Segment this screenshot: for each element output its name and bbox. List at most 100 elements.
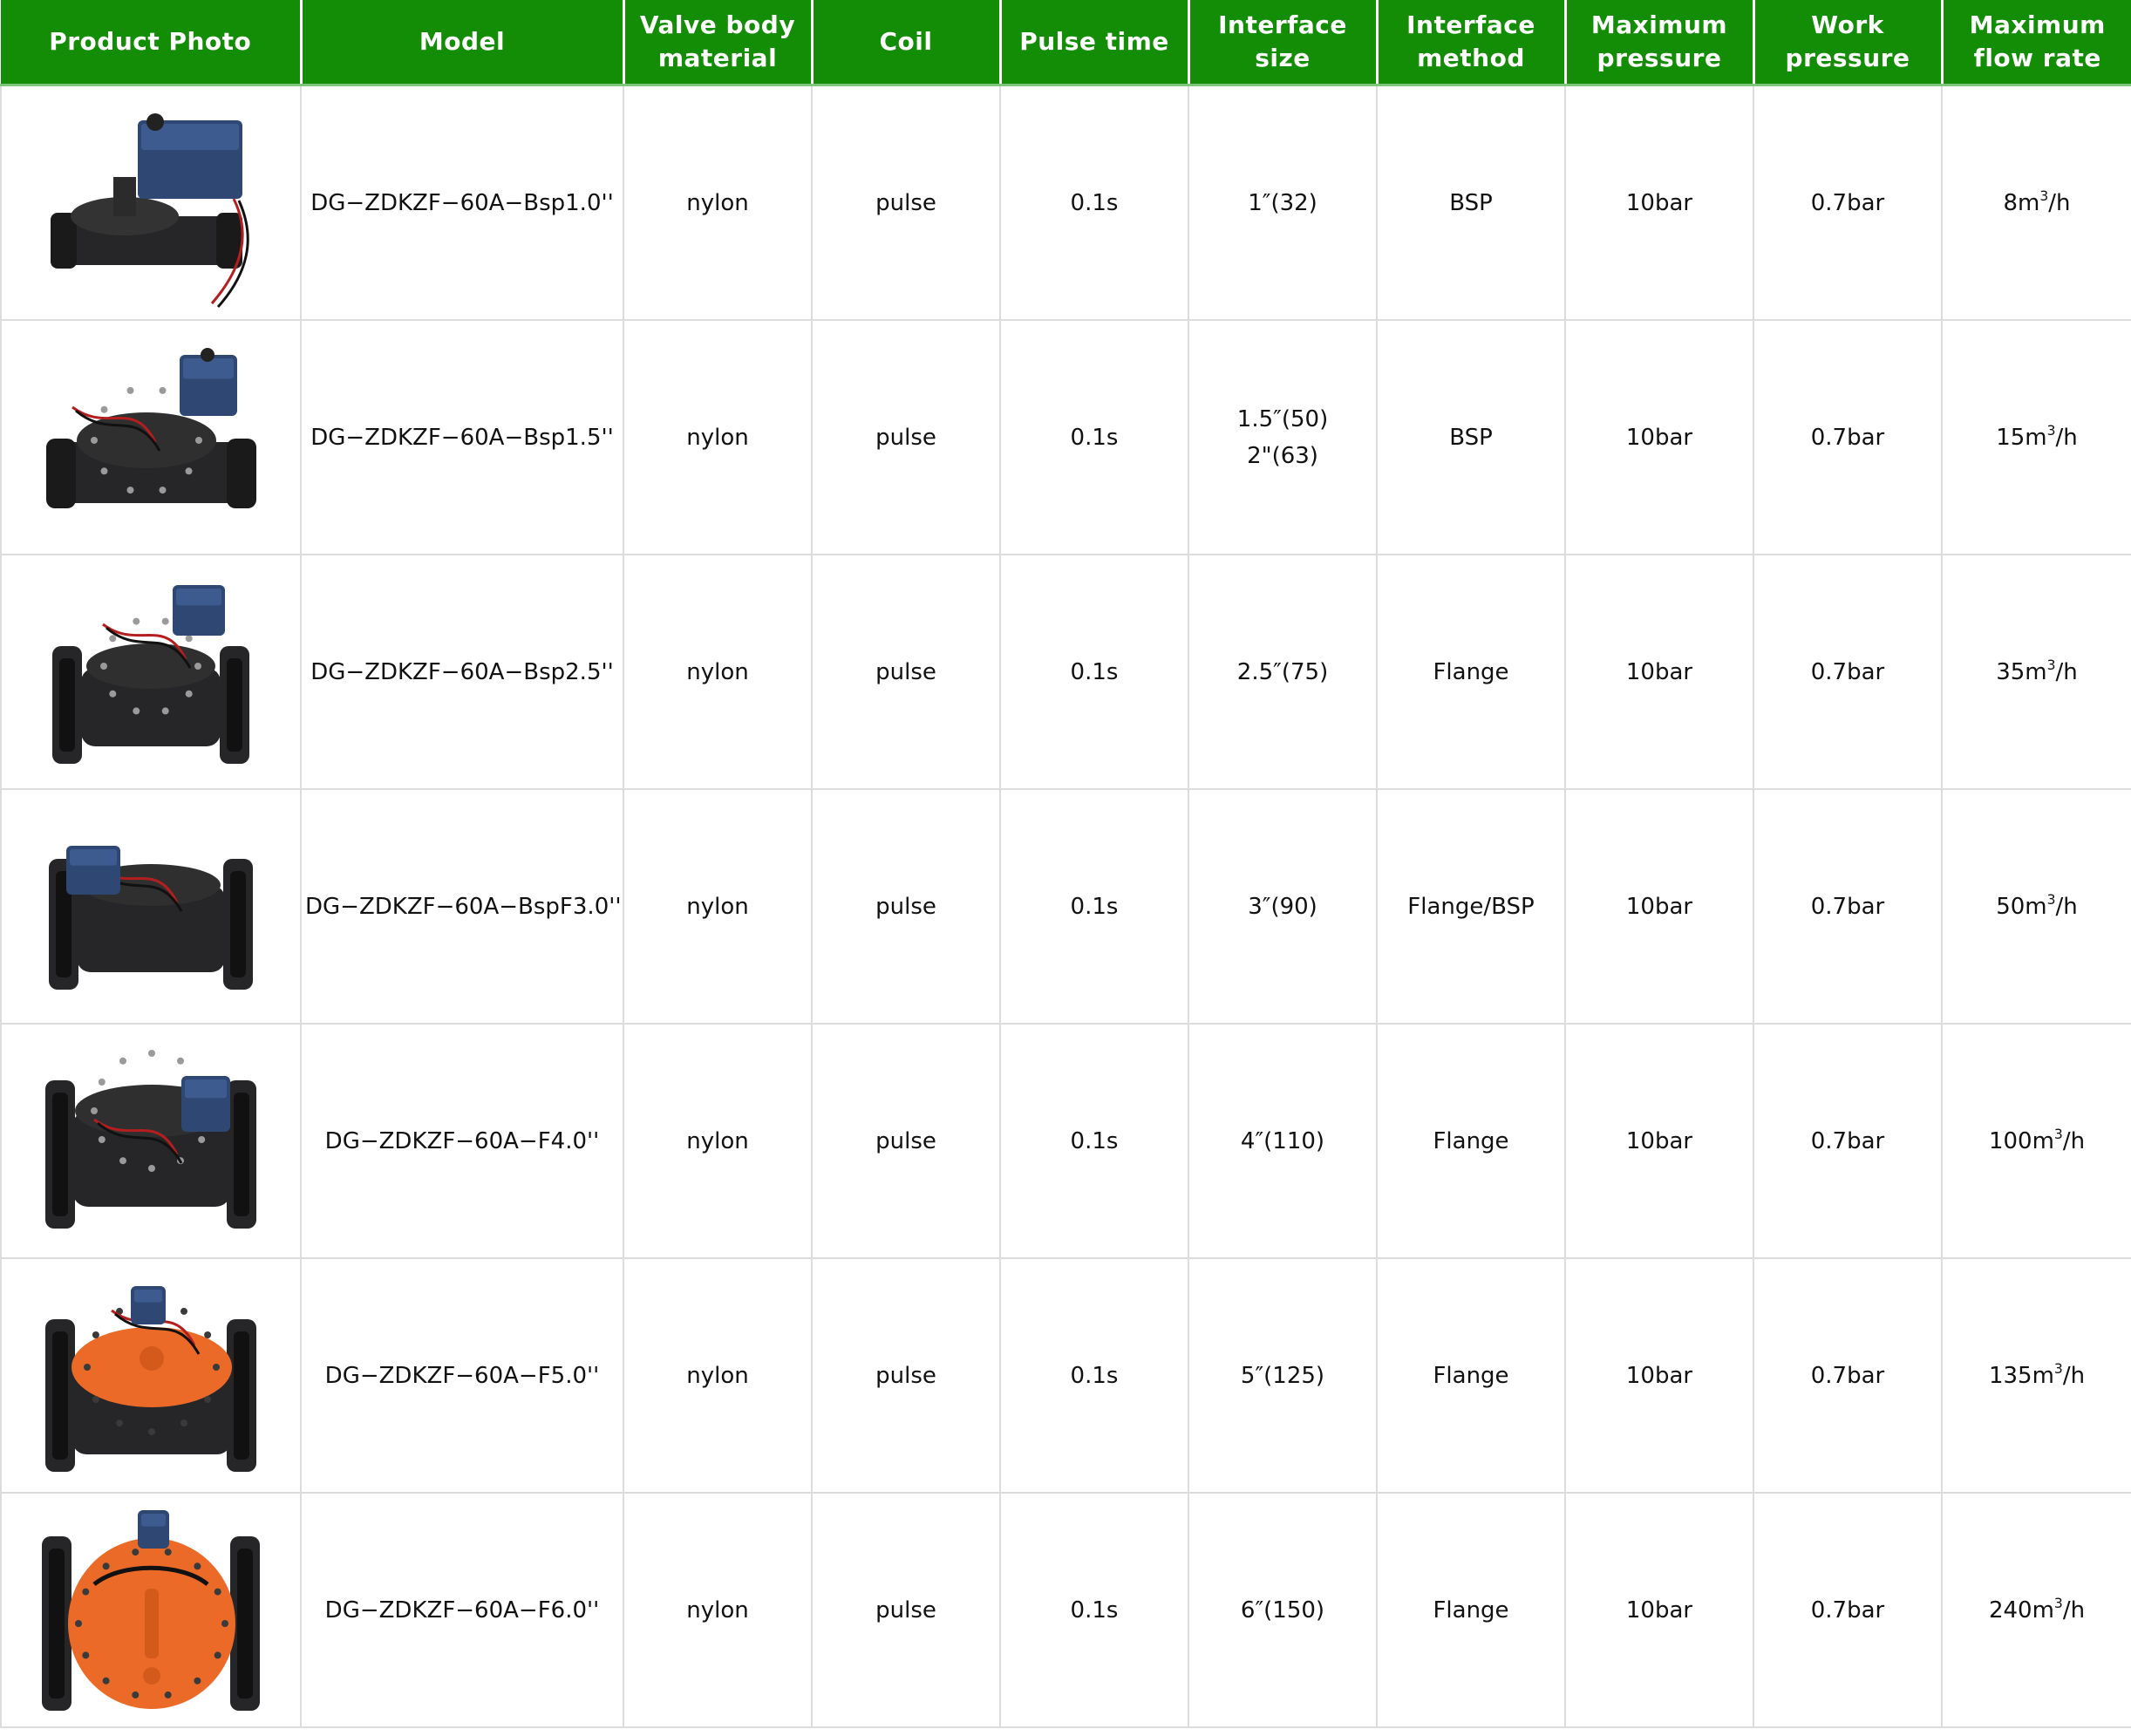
cell-work-pressure: 0.7bar xyxy=(1753,319,1943,555)
header-maximum-pressure: Maximum pressure xyxy=(1565,0,1755,86)
interface-method-text: BSP xyxy=(1449,424,1493,451)
cell-interface-size: 6″(150) xyxy=(1188,1492,1378,1728)
interface-size-lines: 4″(110) xyxy=(1193,1123,1372,1160)
product-photo xyxy=(0,1257,302,1494)
cell-max-flow-rate: 100m3/h xyxy=(1941,1023,2131,1259)
cell-model: DG−ZDKZF−60A−F6.0'' xyxy=(300,1492,624,1728)
pulse-time-text: 0.1s xyxy=(1070,1362,1119,1389)
cell-pulse-time: 0.1s xyxy=(999,319,1189,555)
solenoid-valve-6in-icon xyxy=(5,1501,296,1719)
material-text: nylon xyxy=(686,1362,749,1389)
flow-superscript: 3 xyxy=(2039,187,2049,204)
pulse-time-text: 0.1s xyxy=(1070,893,1119,920)
table-row: DG−ZDKZF−60A−Bsp1.5'' nylon pulse 0.1s 1… xyxy=(0,319,2131,555)
max-pressure-text: 10bar xyxy=(1625,658,1693,685)
cell-max-flow-rate: 15m3/h xyxy=(1941,319,2131,555)
interface-size-lines: 5″(125) xyxy=(1193,1358,1372,1394)
flow-unit: /h xyxy=(2055,424,2078,451)
interface-size-value: 6″(150) xyxy=(1240,1596,1325,1624)
model-text: DG−ZDKZF−60A−F5.0'' xyxy=(324,1362,600,1389)
cell-max-pressure: 10bar xyxy=(1564,84,1754,321)
pulse-time-text: 0.1s xyxy=(1070,424,1119,451)
spec-table: Product Photo Model Valve body material … xyxy=(0,0,2131,1728)
solenoid-valve-1-5in-icon xyxy=(5,329,296,547)
interface-method-text: Flange xyxy=(1433,1362,1509,1389)
header-maximum-flow-rate: Maximum flow rate xyxy=(1942,0,2131,86)
cell-interface-size: 5″(125) xyxy=(1188,1257,1378,1494)
interface-size-value: 1″(32) xyxy=(1248,189,1317,216)
cell-interface-size: 4″(110) xyxy=(1188,1023,1378,1259)
cell-coil: pulse xyxy=(811,1023,1001,1259)
flow-unit: /h xyxy=(2048,189,2071,216)
interface-method-text: BSP xyxy=(1449,189,1493,216)
cell-max-pressure: 10bar xyxy=(1564,788,1754,1025)
max-pressure-text: 10bar xyxy=(1625,189,1693,216)
coil-text: pulse xyxy=(875,1596,936,1624)
cell-coil: pulse xyxy=(811,788,1001,1025)
material-text: nylon xyxy=(686,424,749,451)
model-text: DG−ZDKZF−60A−F6.0'' xyxy=(324,1596,600,1624)
cell-material: nylon xyxy=(623,1257,813,1494)
table-row: DG−ZDKZF−60A−F6.0'' nylon pulse 0.1s 6″(… xyxy=(0,1492,2131,1728)
cell-max-flow-rate: 50m3/h xyxy=(1941,788,2131,1025)
cell-coil: pulse xyxy=(811,1257,1001,1494)
header-coil: Coil xyxy=(812,0,1002,86)
product-photo xyxy=(0,1023,302,1259)
cell-max-pressure: 10bar xyxy=(1564,554,1754,790)
cell-max-flow-rate: 240m3/h xyxy=(1941,1492,2131,1728)
cell-max-flow-rate: 135m3/h xyxy=(1941,1257,2131,1494)
max-pressure-text: 10bar xyxy=(1625,1362,1693,1389)
cell-material: nylon xyxy=(623,319,813,555)
header-product-photo: Product Photo xyxy=(1,0,303,86)
cell-pulse-time: 0.1s xyxy=(999,788,1189,1025)
model-text: DG−ZDKZF−60A−F4.0'' xyxy=(324,1127,600,1154)
flow-superscript: 3 xyxy=(2046,657,2056,673)
cell-material: nylon xyxy=(623,1023,813,1259)
cell-interface-method: BSP xyxy=(1376,319,1566,555)
product-photo xyxy=(0,554,302,790)
header-valve-body-material: Valve body material xyxy=(623,0,814,86)
cell-model: DG−ZDKZF−60A−F5.0'' xyxy=(300,1257,624,1494)
cell-coil: pulse xyxy=(811,1492,1001,1728)
work-pressure-text: 0.7bar xyxy=(1810,658,1885,685)
interface-size-lines: 2.5″(75) xyxy=(1193,654,1372,691)
pulse-time-text: 0.1s xyxy=(1070,189,1119,216)
model-text: DG−ZDKZF−60A−Bsp1.5'' xyxy=(310,424,614,451)
max-pressure-text: 10bar xyxy=(1625,424,1693,451)
flow-unit: /h xyxy=(2062,1596,2086,1624)
interface-size-value: 3″(90) xyxy=(1248,893,1317,920)
interface-size-value: 4″(110) xyxy=(1240,1127,1325,1154)
work-pressure-text: 0.7bar xyxy=(1810,189,1885,216)
cell-work-pressure: 0.7bar xyxy=(1753,554,1943,790)
header-interface-method: Interface method xyxy=(1377,0,1567,86)
pulse-time-text: 0.1s xyxy=(1070,1127,1119,1154)
interface-size-value: 5″(125) xyxy=(1240,1362,1325,1389)
coil-text: pulse xyxy=(875,189,936,216)
interface-method-text: Flange xyxy=(1433,658,1509,685)
flow-superscript: 3 xyxy=(2053,1595,2063,1611)
product-photo xyxy=(0,788,302,1025)
material-text: nylon xyxy=(686,658,749,685)
interface-method-text: Flange xyxy=(1433,1127,1509,1154)
cell-model: DG−ZDKZF−60A−BspF3.0'' xyxy=(300,788,624,1025)
material-text: nylon xyxy=(686,1127,749,1154)
flow-number: 50m xyxy=(1996,893,2047,920)
table-row: DG−ZDKZF−60A−Bsp1.0'' nylon pulse 0.1s 1… xyxy=(0,84,2131,321)
cell-pulse-time: 0.1s xyxy=(999,1257,1189,1494)
flow-superscript: 3 xyxy=(2053,1360,2063,1377)
cell-interface-method: Flange xyxy=(1376,1023,1566,1259)
flow-number: 35m xyxy=(1996,658,2047,685)
flow-number: 15m xyxy=(1996,424,2047,451)
cell-model: DG−ZDKZF−60A−Bsp1.0'' xyxy=(300,84,624,321)
cell-model: DG−ZDKZF−60A−Bsp1.5'' xyxy=(300,319,624,555)
cell-coil: pulse xyxy=(811,554,1001,790)
cell-pulse-time: 0.1s xyxy=(999,554,1189,790)
cell-interface-method: BSP xyxy=(1376,84,1566,321)
cell-pulse-time: 0.1s xyxy=(999,1492,1189,1728)
interface-method-text: Flange/BSP xyxy=(1407,893,1535,920)
cell-coil: pulse xyxy=(811,84,1001,321)
table-row: DG−ZDKZF−60A−Bsp2.5'' nylon pulse 0.1s 2… xyxy=(0,554,2131,790)
cell-work-pressure: 0.7bar xyxy=(1753,788,1943,1025)
cell-model: DG−ZDKZF−60A−Bsp2.5'' xyxy=(300,554,624,790)
max-pressure-text: 10bar xyxy=(1625,1127,1693,1154)
